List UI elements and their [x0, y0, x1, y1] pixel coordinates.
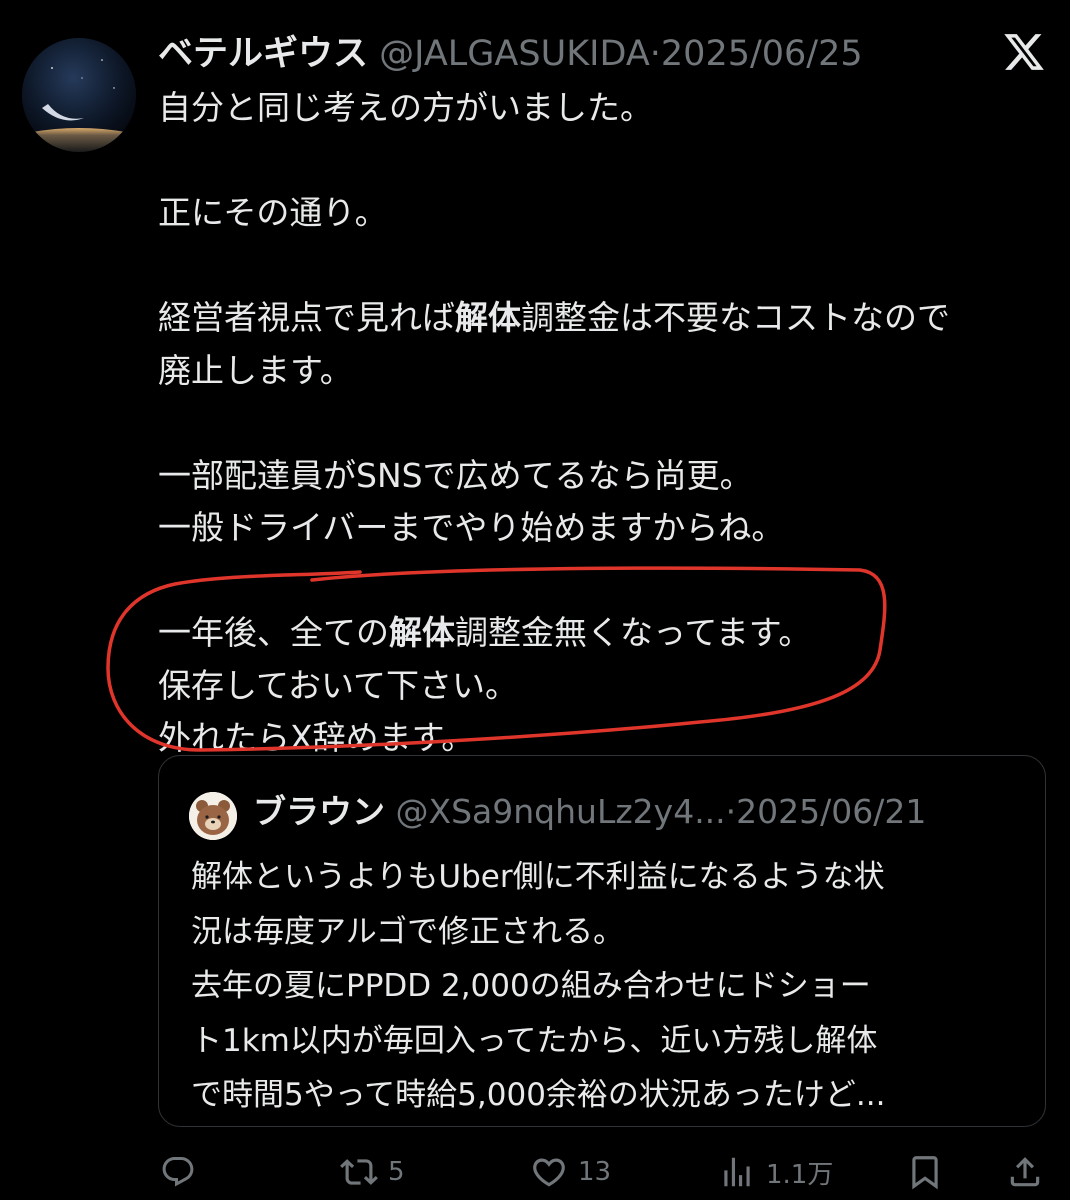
quoted-tweet-line: ト1km以内が毎回入ってたから、近い方残し解体 [191, 1022, 878, 1059]
reply-button[interactable] [160, 1148, 196, 1196]
quoted-tweet-line: で時間5やって時給5,000余裕の状況あったけど... [191, 1077, 886, 1113]
quoted-tweet-line: 去年の夏にPPDD 2,000の組み合わせにドショー [191, 968, 871, 1004]
quoted-tweet-line: 況は毎度アルゴで修正される。 [191, 913, 625, 950]
author-name[interactable]: ベテルギウス [158, 34, 368, 74]
views-count: 1.1万 [766, 1159, 834, 1190]
author-avatar[interactable] [22, 38, 136, 152]
quoted-author-avatar[interactable] [189, 792, 237, 840]
quoted-author-handle[interactable]: @XSa9nqhuLz2y4... [396, 792, 726, 831]
tweet-line: 自分と同じ考えの方がいました。 [158, 88, 653, 127]
share-button[interactable] [1006, 1148, 1044, 1196]
retweet-button[interactable]: 5 [340, 1148, 405, 1196]
reply-icon [160, 1154, 196, 1190]
quoted-tweet-date[interactable]: 2025/06/21 [736, 792, 926, 831]
bookmark-button[interactable] [906, 1148, 944, 1196]
views-icon [718, 1153, 756, 1191]
tweet-line: 一年後、全ての解体調整金無くなってます。 [158, 613, 812, 652]
heart-icon [530, 1153, 568, 1191]
quoted-tweet-header: ブラウン @XSa9nqhuLz2y4...·2025/06/21 [253, 786, 926, 838]
tweet-line: 一部配達員がSNSで広めてるなら尚更。 [158, 455, 753, 495]
bookmark-icon [906, 1153, 944, 1191]
quoted-tweet-card[interactable]: ブラウン @XSa9nqhuLz2y4...·2025/06/21 解体というよ… [158, 755, 1046, 1127]
tweet-line: 経営者視点で見れば解体調整金は不要なコストなので [158, 298, 950, 337]
retweet-count: 5 [388, 1157, 405, 1187]
like-count: 13 [578, 1157, 612, 1187]
retweet-icon [340, 1153, 378, 1191]
tweet-action-bar: 5 13 1.1万 [0, 1148, 1070, 1196]
header-separator: · [649, 34, 661, 74]
tweet-body: 自分と同じ考えの方がいました。 正にその通り。 経営者視点で見れば解体調整金は不… [158, 82, 1058, 765]
x-logo-icon[interactable] [1002, 30, 1046, 74]
tweet-date[interactable]: 2025/06/25 [661, 34, 863, 74]
quoted-tweet-line: 解体というよりもUber側に不利益になるような状 [191, 859, 885, 895]
tweet-line: 保存しておいて下さい。 [158, 665, 519, 705]
quoted-header-separator: · [725, 792, 737, 831]
quoted-tweet-body: 解体というよりもUber側に不利益になるような状 況は毎度アルゴで修正される。 … [191, 850, 1031, 1123]
share-icon [1006, 1153, 1044, 1191]
tweet-header: ベテルギウス @JALGASUKIDA·2025/06/25 [158, 28, 863, 80]
tweet-line: 廃止します。 [158, 350, 353, 390]
tweet-line: 正にその通り。 [158, 193, 388, 232]
like-button[interactable]: 13 [530, 1148, 611, 1196]
views-button[interactable]: 1.1万 [718, 1148, 833, 1196]
tweet-line: 一般ドライバーまでやり始めますからね。 [158, 508, 785, 547]
quoted-author-name[interactable]: ブラウン [253, 792, 385, 831]
author-handle[interactable]: @JALGASUKIDA [379, 34, 650, 74]
